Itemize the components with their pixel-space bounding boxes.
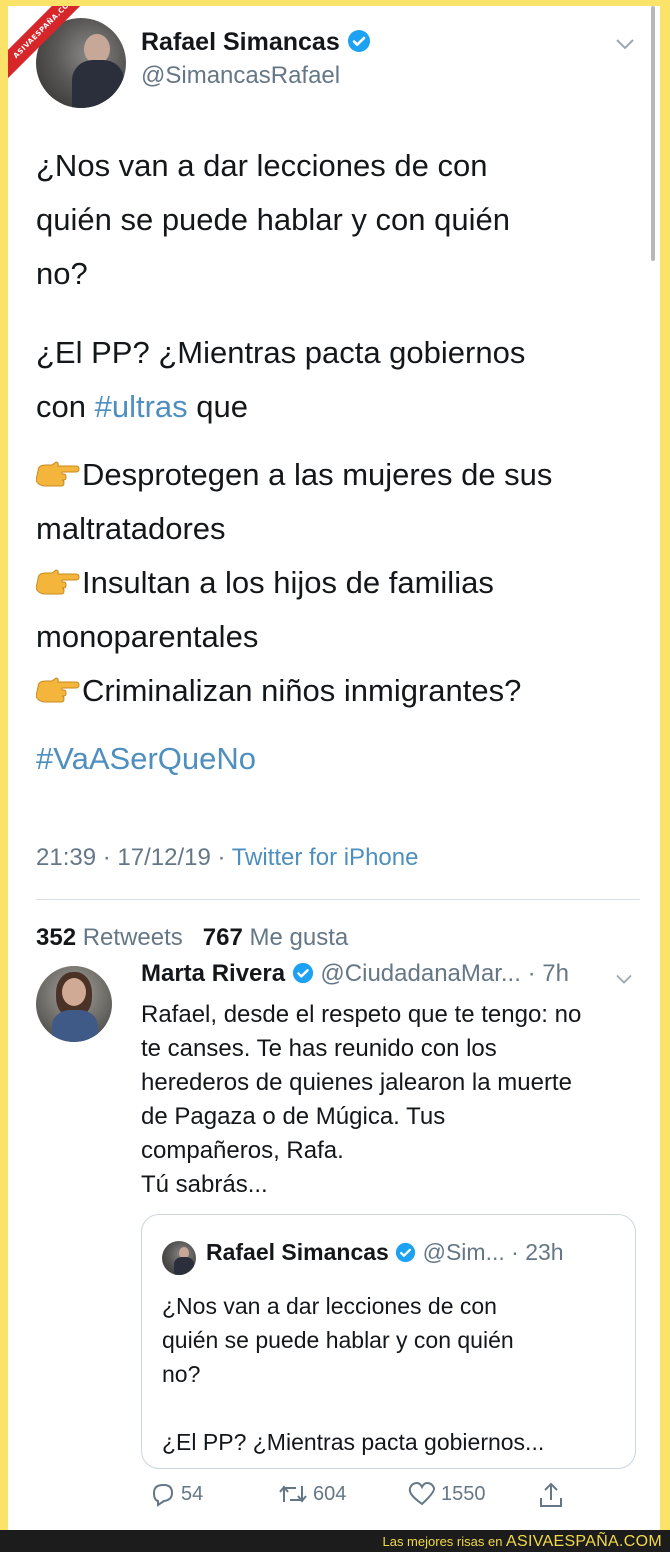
reply-line: Rafael, desde el respeto que te tengo: n… xyxy=(141,1001,582,1028)
avatar-body xyxy=(72,60,124,108)
tweet-timestamp[interactable]: 21:39 · 17/12/19 · xyxy=(36,844,232,871)
reply-count: 54 xyxy=(181,1482,204,1505)
quoted-line: ¿El PP? ¿Mientras pacta gobiernos... xyxy=(162,1429,545,1455)
tweet-line: ¿El PP? ¿Mientras pacta gobiernos xyxy=(36,335,526,370)
tweet-line: maltratadores xyxy=(36,511,226,546)
reply-time[interactable]: · 7h xyxy=(528,960,569,987)
quoted-body: ¿Nos van a dar lecciones de con quién se… xyxy=(162,1289,622,1459)
share-icon xyxy=(540,1482,562,1507)
tweet-stats: 352 Retweets 767 Me gusta xyxy=(36,924,348,952)
reply-line: te canses. Te has reunido con los xyxy=(141,1035,497,1062)
reply-line: herederos de quienes jalearon la muerte xyxy=(141,1069,572,1096)
footer-tag: Las mejores risas en ASIVAESPAÑA.COM xyxy=(382,1533,662,1551)
likes-count: 767 xyxy=(202,924,243,951)
verified-badge-icon xyxy=(347,30,370,52)
reply-line: de Pagaza o de Múgica. Tus xyxy=(141,1103,446,1130)
list-item: Criminalizan niños inmigrantes? xyxy=(36,664,552,718)
list-item-text: Criminalizan niños inmigrantes? xyxy=(82,673,522,708)
retweet-count: 604 xyxy=(313,1482,347,1505)
tweet-body: ¿Nos van a dar lecciones de con quién se… xyxy=(36,139,510,301)
reply-button[interactable]: 54 xyxy=(149,1480,203,1508)
hashtag-vaaserqueno[interactable]: #VaASerQueNo xyxy=(36,732,256,786)
reply-icon xyxy=(152,1484,174,1507)
avatar-body xyxy=(174,1257,194,1275)
quoted-line: quién se puede hablar y con quién xyxy=(162,1327,514,1353)
quoted-author-handle: @Sim... xyxy=(422,1239,505,1265)
chevron-down-icon[interactable] xyxy=(614,36,636,52)
pointing-hand-icon xyxy=(36,461,80,487)
reply-line: compañeros, Rafa. xyxy=(141,1137,344,1164)
list-item: Desprotegen a las mujeres de sus xyxy=(36,448,552,502)
likes-label: Me gusta xyxy=(249,924,349,951)
reply-line: Tú sabrás... xyxy=(141,1171,268,1198)
tweet-line: monoparentales xyxy=(36,619,259,654)
tweet-line: ¿Nos van a dar lecciones de con xyxy=(36,148,488,183)
reply-author-avatar[interactable] xyxy=(36,966,112,1042)
author-handle[interactable]: @SimancasRafael xyxy=(141,62,340,90)
like-count: 1550 xyxy=(441,1482,486,1505)
author-name-row[interactable]: Rafael Simancas xyxy=(141,28,371,57)
footer-text: Las mejores risas en xyxy=(382,1534,507,1549)
quoted-time: · 23h xyxy=(511,1239,564,1265)
share-button[interactable] xyxy=(537,1480,569,1510)
reply-author-handle[interactable]: @CiudadanaMar... xyxy=(320,960,520,987)
tweet-screenshot: ASIVAESPAÑA.COM Rafael Simancas @Simanca… xyxy=(8,6,660,1530)
tweet-meta: 21:39 · 17/12/19 · Twitter for iPhone xyxy=(36,844,418,872)
retweets-label: Retweets xyxy=(82,924,183,951)
tweet-text-segment: con xyxy=(36,389,95,424)
quoted-line: no? xyxy=(162,1361,201,1387)
pointing-hand-icon xyxy=(36,677,80,703)
list-item-text: Insultan a los hijos de familias xyxy=(82,565,494,600)
list-item: Insultan a los hijos de familias xyxy=(36,556,552,610)
verified-badge-icon xyxy=(292,962,313,984)
reply-body: Rafael, desde el respeto que te tengo: n… xyxy=(141,998,651,1202)
author-name[interactable]: Rafael Simancas xyxy=(141,28,340,56)
divider xyxy=(36,899,640,900)
quoted-header: Rafael Simancas @Sim... · 23h xyxy=(206,1239,564,1266)
quoted-tweet-card[interactable]: Rafael Simancas @Sim... · 23h ¿Nos van a… xyxy=(141,1214,636,1469)
avatar-head xyxy=(62,978,86,1006)
like-icon xyxy=(408,1481,436,1506)
watermark-footer: Las mejores risas en ASIVAESPAÑA.COM xyxy=(0,1530,670,1552)
scrollbar[interactable] xyxy=(651,6,655,261)
list-item-text: Desprotegen a las mujeres de sus xyxy=(82,457,553,492)
tweet-body-list: Desprotegen a las mujeres de sus maltrat… xyxy=(36,448,552,718)
retweets-count: 352 xyxy=(36,924,77,951)
retweet-icon xyxy=(279,1485,307,1503)
quoted-author-name: Rafael Simancas xyxy=(206,1239,389,1265)
avatar-body xyxy=(52,1010,98,1042)
like-button[interactable]: 1550 xyxy=(407,1480,486,1508)
quoted-line-blank xyxy=(162,1391,622,1425)
hashtag-ultras[interactable]: #ultras xyxy=(95,389,188,424)
pointing-hand-icon xyxy=(36,569,80,595)
tweet-line: quién se puede hablar y con quién xyxy=(36,202,510,237)
reply-author-name[interactable]: Marta Rivera xyxy=(141,960,285,987)
footer-brand[interactable]: ASIVAESPAÑA.COM xyxy=(506,1533,662,1550)
reply-header: Marta Rivera @CiudadanaMar... · 7h xyxy=(141,960,569,988)
tweet-line: no? xyxy=(36,256,88,291)
retweet-button[interactable]: 604 xyxy=(277,1480,346,1508)
tweet-line: con #ultras que xyxy=(36,380,525,434)
tweet-body-paragraph-2: ¿El PP? ¿Mientras pacta gobiernos con #u… xyxy=(36,326,525,434)
quoted-author-avatar xyxy=(162,1241,196,1275)
action-bar: 54 604 1550 xyxy=(141,1480,562,1516)
tweet-text-segment: que xyxy=(187,389,248,424)
chevron-down-icon[interactable] xyxy=(614,972,634,986)
likes-stat[interactable]: 767 Me gusta xyxy=(203,924,348,951)
retweets-stat[interactable]: 352 Retweets xyxy=(36,924,183,951)
verified-badge-icon xyxy=(396,1242,416,1263)
tweet-source-link[interactable]: Twitter for iPhone xyxy=(232,844,419,871)
quoted-line: ¿Nos van a dar lecciones de con xyxy=(162,1293,497,1319)
